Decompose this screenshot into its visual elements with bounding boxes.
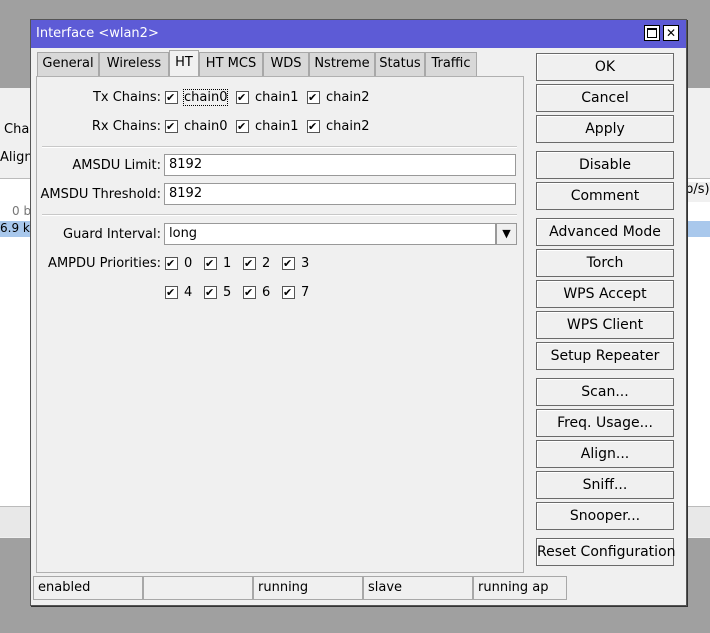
tx-chain0-label[interactable]: chain0 (182, 89, 229, 106)
status-empty (143, 576, 253, 600)
ampdu-priority-7-label[interactable]: 7 (301, 285, 309, 300)
tx-chain2-label[interactable]: chain2 (326, 90, 369, 105)
reset-configuration-button[interactable]: Reset Configuration (536, 538, 676, 566)
separator (42, 214, 517, 216)
tab-ht-mcs[interactable]: HT MCS (199, 52, 263, 76)
ampdu-priority-2-label[interactable]: 2 (262, 256, 270, 271)
guard-interval-select[interactable]: long (164, 223, 496, 245)
ampdu-priority-4-label[interactable]: 4 (184, 285, 192, 300)
ampdu-priority-3-checkbox[interactable] (282, 257, 295, 270)
ampdu-priority-0-checkbox[interactable] (165, 257, 178, 270)
rx-chain0-checkbox[interactable] (165, 120, 178, 133)
status-enabled: enabled (33, 576, 143, 600)
guard-interval-label: Guard Interval: (63, 227, 161, 242)
ok-button[interactable]: OK (536, 53, 674, 81)
setup-repeater-button[interactable]: Setup Repeater (536, 342, 674, 370)
rx-chain2-label[interactable]: chain2 (326, 119, 369, 134)
separator (42, 146, 517, 148)
ampdu-priority-1-label[interactable]: 1 (223, 256, 231, 271)
rx-chain1-label[interactable]: chain1 (255, 119, 298, 134)
align-button[interactable]: Align... (536, 440, 674, 468)
wps-client-button[interactable]: WPS Client (536, 311, 674, 339)
ht-panel: Tx Chains: chain0 chain1 chain2 Rx Chain… (36, 76, 524, 573)
snooper-button[interactable]: Snooper... (536, 502, 674, 530)
amsdu-threshold-input[interactable]: 8192 (164, 183, 516, 205)
title-bar[interactable]: Interface <wlan2> ✕ (31, 20, 686, 48)
chevron-down-icon[interactable]: ▼ (496, 223, 517, 245)
ampdu-priority-0-label[interactable]: 0 (184, 256, 192, 271)
tx-chain1-label[interactable]: chain1 (255, 90, 298, 105)
background-tab[interactable]: Cha (4, 122, 29, 137)
status-slave: slave (363, 576, 473, 600)
tab-traffic[interactable]: Traffic (425, 52, 477, 76)
tx-chain1-checkbox[interactable] (236, 91, 249, 104)
comment-button[interactable]: Comment (536, 182, 674, 210)
rx-chain1-checkbox[interactable] (236, 120, 249, 133)
ampdu-priority-5-label[interactable]: 5 (223, 285, 231, 300)
amsdu-limit-input[interactable]: 8192 (164, 154, 516, 176)
ampdu-priority-1-checkbox[interactable] (204, 257, 217, 270)
tab-general[interactable]: General (37, 52, 99, 76)
rx-chains-label: Rx Chains: (91, 119, 161, 134)
disable-button[interactable]: Disable (536, 151, 674, 179)
ampdu-priority-6-label[interactable]: 6 (262, 285, 270, 300)
tx-chain0-checkbox[interactable] (165, 91, 178, 104)
window-title: Interface <wlan2> (36, 26, 159, 41)
amsdu-limit-label: AMSDU Limit: (72, 158, 161, 173)
ampdu-priority-3-label[interactable]: 3 (301, 256, 309, 271)
tx-chain2-checkbox[interactable] (307, 91, 320, 104)
ampdu-priority-7-checkbox[interactable] (282, 286, 295, 299)
torch-button[interactable]: Torch (536, 249, 674, 277)
status-running-ap: running ap (473, 576, 567, 600)
cancel-button[interactable]: Cancel (536, 84, 674, 112)
sniff-button[interactable]: Sniff... (536, 471, 674, 499)
status-running: running (253, 576, 363, 600)
ampdu-priority-2-checkbox[interactable] (243, 257, 256, 270)
status-bar: enabled running slave running ap (33, 576, 682, 600)
interface-dialog: Interface <wlan2> ✕ General Wireless HT … (30, 19, 687, 606)
tab-ht[interactable]: HT (169, 50, 199, 76)
close-button[interactable]: ✕ (663, 25, 679, 41)
rx-chain2-checkbox[interactable] (307, 120, 320, 133)
background-cell: 0 b (12, 204, 32, 218)
ampdu-priority-4-checkbox[interactable] (165, 286, 178, 299)
wps-accept-button[interactable]: WPS Accept (536, 280, 674, 308)
advanced-mode-button[interactable]: Advanced Mode (536, 218, 674, 246)
scan-button[interactable]: Scan... (536, 378, 674, 406)
tab-wireless[interactable]: Wireless (99, 52, 169, 76)
maximize-button[interactable] (644, 25, 660, 41)
tab-wds[interactable]: WDS (263, 52, 309, 76)
tab-nstreme[interactable]: Nstreme (309, 52, 375, 76)
ampdu-priority-5-checkbox[interactable] (204, 286, 217, 299)
amsdu-threshold-label: AMSDU Threshold: (40, 187, 161, 202)
freq-usage-button[interactable]: Freq. Usage... (536, 409, 674, 437)
tx-chains-label: Tx Chains: (92, 90, 161, 105)
apply-button[interactable]: Apply (536, 115, 674, 143)
ampdu-priorities-label: AMPDU Priorities: (48, 256, 161, 271)
ampdu-priority-6-checkbox[interactable] (243, 286, 256, 299)
tab-status[interactable]: Status (375, 52, 425, 76)
rx-chain0-label[interactable]: chain0 (184, 119, 227, 134)
